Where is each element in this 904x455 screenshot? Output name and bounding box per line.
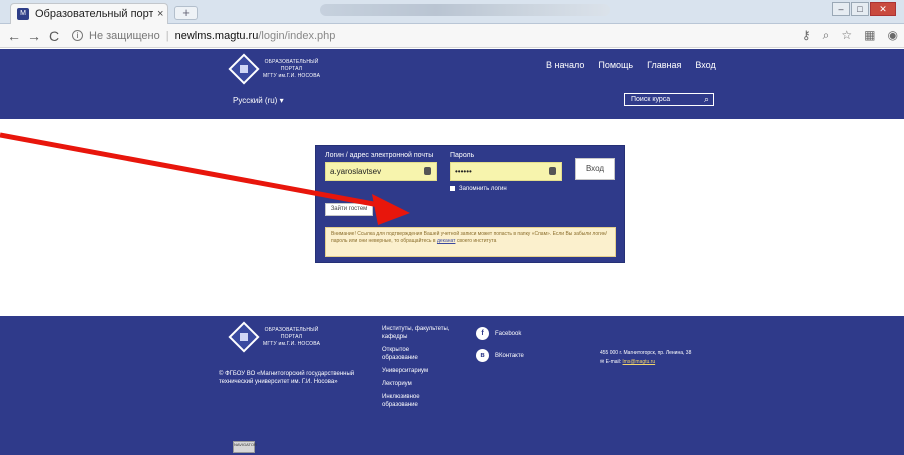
reload-icon[interactable]: C bbox=[44, 28, 64, 44]
info-icon[interactable]: i bbox=[72, 30, 83, 41]
search-icon[interactable]: ⌕ bbox=[704, 94, 709, 105]
url-host: newlms.magtu.ru bbox=[174, 29, 259, 42]
account-icon[interactable]: ◉ bbox=[888, 28, 898, 43]
language-selector[interactable]: Русский (ru) ▾ bbox=[233, 96, 284, 105]
key-icon[interactable]: ⚷ bbox=[802, 28, 811, 43]
course-search-input[interactable]: Поиск курса ⌕ bbox=[624, 93, 714, 106]
email-link[interactable]: lms@magtu.ru bbox=[623, 359, 656, 365]
nav-help[interactable]: Помощь bbox=[598, 60, 633, 70]
envelope-icon: ✉ bbox=[600, 359, 605, 365]
footer-social: f Facebook в ВКонтакте bbox=[476, 327, 524, 371]
site-favicon-icon: М bbox=[17, 8, 29, 20]
logo-text: ОБРАЗОВАТЕЛЬНЫЙ ПОРТАЛ МГТУ им.Г.И. НОСО… bbox=[263, 58, 321, 79]
url-path: /login/index.php bbox=[258, 29, 336, 42]
zoom-icon[interactable]: ⌕ bbox=[823, 28, 830, 43]
footer-logo-emblem-icon bbox=[228, 321, 260, 353]
minimize-button[interactable]: – bbox=[832, 2, 850, 16]
footer-link-universarium[interactable]: Университариум bbox=[382, 367, 462, 375]
not-secure-label: Не защищено bbox=[89, 29, 160, 42]
url-field[interactable]: i Не защищено | newlms.magtu.ru /login/i… bbox=[72, 30, 335, 42]
site-logo[interactable]: ОБРАЗОВАТЕЛЬНЫЙ ПОРТАЛ МГТУ им.Г.И. НОСО… bbox=[228, 53, 321, 85]
navigator-badge[interactable]: NAVIGATOR bbox=[233, 441, 257, 453]
close-window-button[interactable]: ✕ bbox=[870, 2, 896, 16]
vkontakte-link[interactable]: в ВКонтакте bbox=[476, 349, 524, 362]
facebook-icon: f bbox=[476, 327, 489, 340]
lock-icon bbox=[549, 167, 556, 175]
blurred-area bbox=[320, 4, 610, 16]
username-label: Логин / адрес электронной почты bbox=[325, 152, 434, 159]
footer-link-open-education[interactable]: Открытое образование bbox=[382, 346, 432, 362]
remember-label: Запомнить логин bbox=[459, 186, 507, 193]
remember-login[interactable]: Запомнить логин bbox=[450, 186, 507, 192]
remember-checkbox[interactable] bbox=[450, 186, 455, 191]
vk-label: ВКонтакте bbox=[495, 352, 524, 359]
browser-tab[interactable]: М Образовательный портал ФГБ × bbox=[10, 3, 168, 24]
password-value: •••••• bbox=[455, 167, 472, 176]
vk-icon: в bbox=[476, 349, 489, 362]
footer-links: Институты, факультеты, кафедры Открытое … bbox=[382, 325, 462, 414]
browser-tabbar: М Образовательный портал ФГБ × + – □ ✕ bbox=[0, 0, 904, 24]
guest-login-button[interactable]: Зайти гостем bbox=[325, 203, 373, 216]
browser-right-icons: ⚷ ⌕ ☆ ▦ ◉ bbox=[802, 28, 898, 43]
password-field[interactable]: •••••• bbox=[450, 162, 562, 181]
login-button[interactable]: Вход bbox=[575, 158, 615, 180]
facebook-link[interactable]: f Facebook bbox=[476, 327, 524, 340]
search-placeholder: Поиск курса bbox=[631, 96, 671, 103]
site-footer: ОБРАЗОВАТЕЛЬНЫЙ ПОРТАЛ МГТУ им.Г.И. НОСО… bbox=[0, 316, 904, 455]
footer-link-lectorium[interactable]: Лекториум bbox=[382, 380, 462, 388]
footer-logo-text: ОБРАЗОВАТЕЛЬНЫЙ ПОРТАЛ МГТУ им.Г.И. НОСО… bbox=[263, 326, 321, 347]
facebook-label: Facebook bbox=[495, 330, 522, 337]
footer-address: 455 000 г. Магнитогорск, пр. Ленина, 38 bbox=[600, 350, 692, 356]
footer-link-inclusive[interactable]: Инклюзивное образование bbox=[382, 393, 432, 409]
address-bar: ← → C i Не защищено | newlms.magtu.ru /l… bbox=[0, 24, 904, 48]
footer-copyright: © ФГБОУ ВО «Магнитогорский государственн… bbox=[219, 371, 355, 385]
username-value: a.yaroslavtsev bbox=[330, 167, 382, 176]
email-label: E-mail: bbox=[605, 359, 622, 365]
top-navigation: В начало Помощь Главная Вход bbox=[546, 60, 716, 70]
new-tab-button[interactable]: + bbox=[174, 6, 198, 20]
footer-email-row: ✉ E-mail: lms@magtu.ru bbox=[600, 358, 691, 367]
dean-office-link[interactable]: деканат bbox=[437, 238, 456, 244]
nav-login[interactable]: Вход bbox=[695, 60, 715, 70]
window-controls: – □ ✕ bbox=[832, 2, 896, 16]
tab-title: Образовательный портал ФГБ bbox=[35, 8, 153, 20]
page: М Образовательный портал ФГБ × + – □ ✕ ←… bbox=[0, 0, 904, 455]
alert-tail: своего института bbox=[456, 238, 497, 244]
spam-warning-alert: Внимание! Ссылка для подтверждения Вашей… bbox=[325, 227, 616, 257]
footer-contacts: 455 000 г. Магнитогорск, пр. Ленина, 38 … bbox=[600, 349, 691, 367]
footer-link-institutes[interactable]: Институты, факультеты, кафедры bbox=[382, 325, 462, 341]
star-icon[interactable]: ☆ bbox=[841, 28, 852, 43]
password-label: Пароль bbox=[450, 152, 475, 159]
site-header: ОБРАЗОВАТЕЛЬНЫЙ ПОРТАЛ МГТУ им.Г.И. НОСО… bbox=[0, 49, 904, 119]
maximize-button[interactable]: □ bbox=[851, 2, 869, 16]
url-separator: | bbox=[165, 29, 169, 42]
username-field[interactable]: a.yaroslavtsev bbox=[325, 162, 437, 181]
footer-logo[interactable]: ОБРАЗОВАТЕЛЬНЫЙ ПОРТАЛ МГТУ им.Г.И. НОСО… bbox=[228, 321, 321, 353]
forward-icon[interactable]: → bbox=[24, 28, 44, 44]
tab-close-icon[interactable]: × bbox=[157, 8, 163, 20]
nav-main[interactable]: Главная bbox=[647, 60, 681, 70]
user-icon bbox=[424, 167, 431, 175]
login-panel: Логин / адрес электронной почты a.yarosl… bbox=[315, 145, 625, 263]
back-icon[interactable]: ← bbox=[4, 28, 24, 44]
nav-home-start[interactable]: В начало bbox=[546, 60, 584, 70]
logo-emblem-icon bbox=[228, 53, 260, 85]
extension-icon[interactable]: ▦ bbox=[864, 28, 875, 43]
